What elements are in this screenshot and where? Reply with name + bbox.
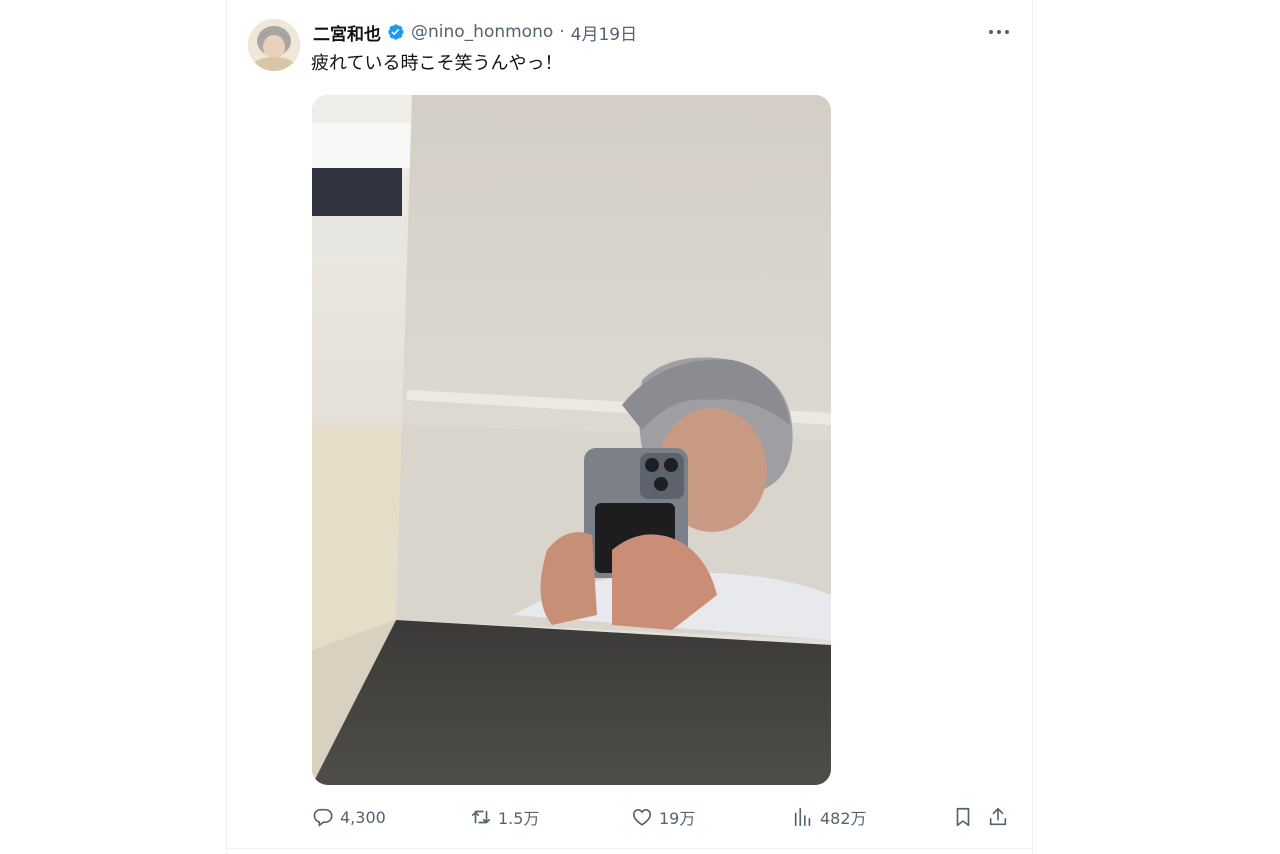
avatar-image (248, 19, 300, 71)
bookmark-button[interactable] (952, 801, 974, 833)
share-icon (989, 807, 1007, 826)
share-button[interactable] (987, 801, 1009, 833)
repost-count: 1.5万 (498, 809, 540, 828)
separator-dot: · (559, 22, 565, 42)
tweet-date[interactable]: 4月19日 (571, 20, 637, 45)
bar-chart-icon (794, 807, 811, 827)
repost-button[interactable]: 1.5万 (470, 801, 539, 833)
more-dots-icon (989, 30, 1009, 34)
author-name[interactable]: 二宮和也 (313, 20, 381, 45)
reply-icon (313, 808, 333, 827)
mirror-selfie-photo (312, 95, 831, 785)
reply-count: 4,300 (340, 807, 386, 827)
like-button[interactable]: 19万 (631, 801, 695, 833)
avatar[interactable] (248, 19, 300, 71)
views-button[interactable]: 482万 (792, 801, 867, 833)
more-button[interactable] (986, 22, 1012, 42)
heart-icon (632, 809, 652, 826)
verified-badge-icon (388, 24, 404, 40)
tweet-photo[interactable] (312, 95, 831, 785)
author-handle[interactable]: @nino_honmono (411, 22, 553, 42)
view-count: 482万 (820, 809, 867, 828)
tweet-actions: 4,300 1.5万 19万 482万 (312, 801, 1032, 833)
like-count: 19万 (659, 809, 696, 828)
tweet-header: 二宮和也 @nino_honmono · 4月19日 (313, 17, 637, 47)
bookmark-icon (956, 807, 970, 827)
tweet-text: 疲れている時こそ笑うんやっ！ (311, 53, 563, 74)
repost-icon (471, 810, 491, 824)
reply-button[interactable]: 4,300 (312, 801, 386, 833)
